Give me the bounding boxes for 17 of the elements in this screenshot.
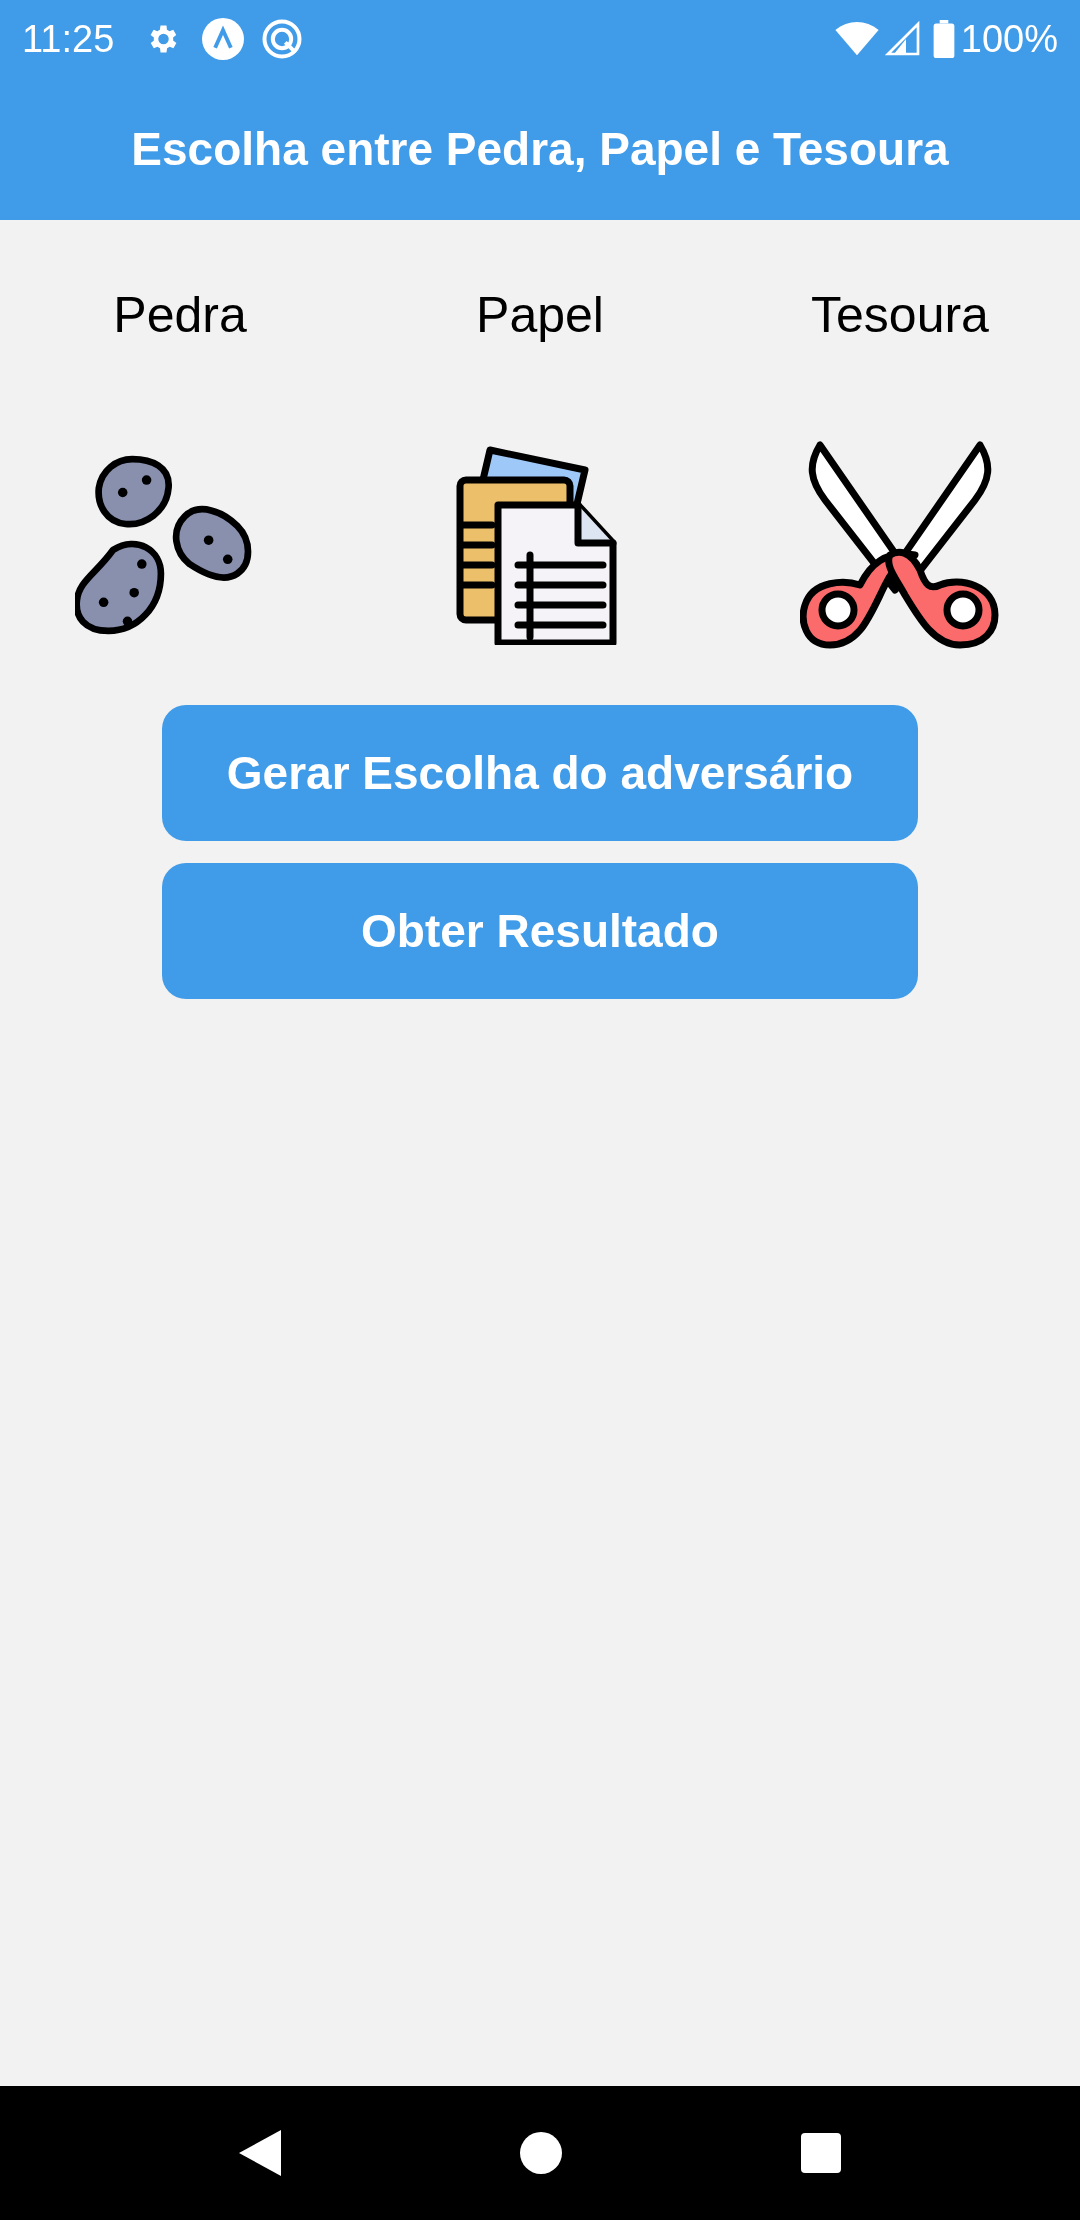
header-title: Escolha entre Pedra, Papel e Tesoura — [131, 121, 949, 177]
signal-icon — [884, 21, 921, 57]
action-button[interactable]: Obter Resultado — [162, 863, 918, 999]
back-icon[interactable] — [239, 2130, 282, 2176]
home-icon[interactable] — [520, 2132, 562, 2174]
app-icon — [202, 18, 245, 60]
choice-label: Tesoura — [811, 286, 989, 345]
clock-time: 11:25 — [22, 16, 115, 62]
wifi-icon — [834, 21, 879, 57]
battery-percentage: 100% — [960, 16, 1058, 62]
choice-label: Pedra — [113, 286, 247, 345]
battery-icon — [932, 20, 955, 58]
scissors-icon[interactable] — [800, 440, 1000, 650]
app-icon — [262, 19, 303, 59]
recents-icon[interactable] — [800, 2133, 841, 2173]
action-button[interactable]: Gerar Escolha do adversário — [162, 705, 918, 841]
choice-label: Papel — [476, 286, 604, 345]
